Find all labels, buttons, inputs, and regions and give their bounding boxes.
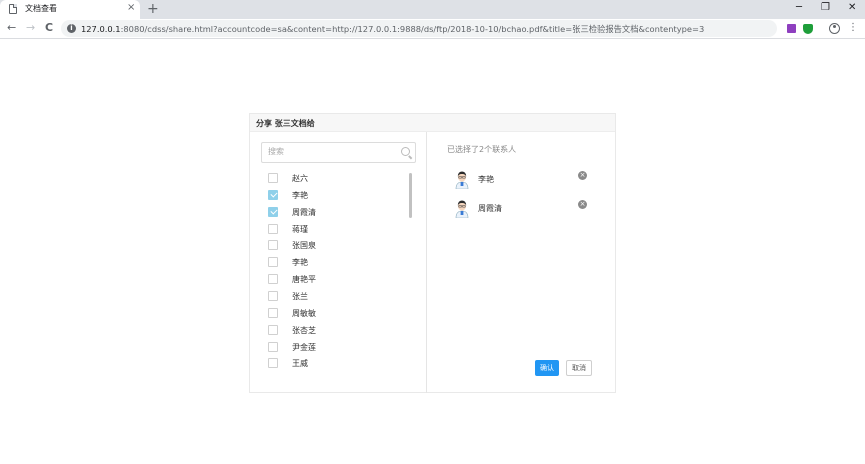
contact-checkbox[interactable] xyxy=(268,173,278,183)
contact-name: 蒋瑾 xyxy=(292,224,308,234)
dialog-title: 分享 张三文档给 xyxy=(256,119,315,128)
share-dialog: 分享 张三文档给 赵六李艳周霞清蒋瑾张国泉李艳唐艳平张兰周敏敏张杏芝尹金莲王威 … xyxy=(249,113,616,393)
contact-checkbox[interactable] xyxy=(268,324,278,335)
tab-close-icon[interactable]: × xyxy=(127,2,135,14)
confirm-button[interactable]: 确认 xyxy=(535,360,559,376)
browser-menu-icon[interactable]: ⋮ xyxy=(848,21,858,34)
profile-icon[interactable] xyxy=(829,23,840,34)
search-box[interactable] xyxy=(261,142,416,163)
contact-checkbox[interactable] xyxy=(268,290,278,301)
address-bar[interactable]: i 127.0.0.1:8080/cdss/share.html?account… xyxy=(61,20,777,37)
contact-name: 周敏敏 xyxy=(292,308,316,318)
url-path: :8080/cdss/share.html?accountcode=sa&con… xyxy=(120,24,705,34)
selected-contact: 周霞清 × xyxy=(453,198,593,220)
contact-name: 李艳 xyxy=(292,190,308,200)
browser-tab-strip: 文档查看 × + ─ ❐ ✕ xyxy=(0,0,865,19)
contact-name: 赵六 xyxy=(292,174,308,183)
contact-checkbox[interactable] xyxy=(268,307,278,318)
new-tab-button[interactable]: + xyxy=(147,0,159,18)
contact-item[interactable]: 王威 xyxy=(268,357,408,371)
info-icon[interactable]: i xyxy=(67,24,76,33)
minimize-button[interactable]: ─ xyxy=(796,2,802,14)
contact-name: 周霞清 xyxy=(292,207,316,217)
reload-button[interactable]: C xyxy=(45,21,53,35)
contact-checkbox[interactable] xyxy=(268,206,278,217)
url-text[interactable]: 127.0.0.1:8080/cdss/share.html?accountco… xyxy=(81,23,704,35)
restore-button[interactable]: ❐ xyxy=(821,2,830,14)
browser-tab[interactable]: 文档查看 × xyxy=(0,0,140,19)
contact-checkbox[interactable] xyxy=(268,274,278,285)
avatar xyxy=(453,169,471,190)
browser-toolbar: ← → C i 127.0.0.1:8080/cdss/share.html?a… xyxy=(0,19,865,39)
forward-button[interactable]: → xyxy=(26,21,35,35)
pane-divider xyxy=(426,132,427,393)
extension-icon[interactable] xyxy=(787,24,796,33)
contact-item[interactable]: 蒋瑾 xyxy=(268,223,408,237)
contact-name: 王威 xyxy=(292,359,308,369)
contact-item[interactable]: 周霞清 xyxy=(268,206,408,220)
url-host: 127.0.0.1 xyxy=(81,24,121,34)
contact-checkbox[interactable] xyxy=(268,341,278,352)
back-button[interactable]: ← xyxy=(7,21,16,35)
contact-item[interactable]: 周敏敏 xyxy=(268,307,408,321)
document-icon xyxy=(9,4,17,14)
selected-contact-name: 周霞清 xyxy=(478,204,502,213)
window-close-button[interactable]: ✕ xyxy=(848,2,856,14)
contact-checkbox[interactable] xyxy=(268,223,278,234)
selected-count-text: 已选择了2个联系人 xyxy=(447,145,517,154)
tab-title: 文档查看 xyxy=(25,4,57,13)
selected-contact-name: 李艳 xyxy=(478,175,494,184)
selected-contact: 李艳 × xyxy=(453,169,593,191)
contact-checkbox[interactable] xyxy=(268,257,278,268)
search-input[interactable] xyxy=(268,147,398,156)
contact-checkbox[interactable] xyxy=(268,358,278,369)
contact-checkbox[interactable] xyxy=(268,189,278,200)
remove-contact-icon[interactable]: × xyxy=(578,200,587,209)
search-icon[interactable] xyxy=(401,147,410,156)
contact-name: 尹金莲 xyxy=(292,342,316,352)
remove-contact-icon[interactable]: × xyxy=(578,171,587,180)
shield-extension-icon[interactable] xyxy=(803,24,813,34)
contact-item[interactable]: 李艳 xyxy=(268,189,408,203)
contact-item[interactable]: 赵六 xyxy=(268,172,408,186)
contact-name: 张杏芝 xyxy=(292,325,316,335)
contact-checkbox[interactable] xyxy=(268,240,278,251)
contact-name: 唐艳平 xyxy=(292,275,316,285)
avatar xyxy=(453,198,471,219)
scrollbar-thumb[interactable] xyxy=(409,173,412,218)
contact-item[interactable]: 张兰 xyxy=(268,290,408,304)
dialog-header: 分享 张三文档给 xyxy=(250,114,615,132)
contact-item[interactable]: 唐艳平 xyxy=(268,273,408,287)
contact-item[interactable]: 张杏芝 xyxy=(268,324,408,338)
cancel-button[interactable]: 取消 xyxy=(566,360,592,376)
contact-item[interactable]: 尹金莲 xyxy=(268,341,408,355)
contact-name: 张国泉 xyxy=(292,241,316,251)
contact-name: 李艳 xyxy=(292,258,308,268)
contact-name: 张兰 xyxy=(292,291,308,301)
contact-item[interactable]: 李艳 xyxy=(268,256,408,270)
contact-item[interactable]: 张国泉 xyxy=(268,239,408,253)
